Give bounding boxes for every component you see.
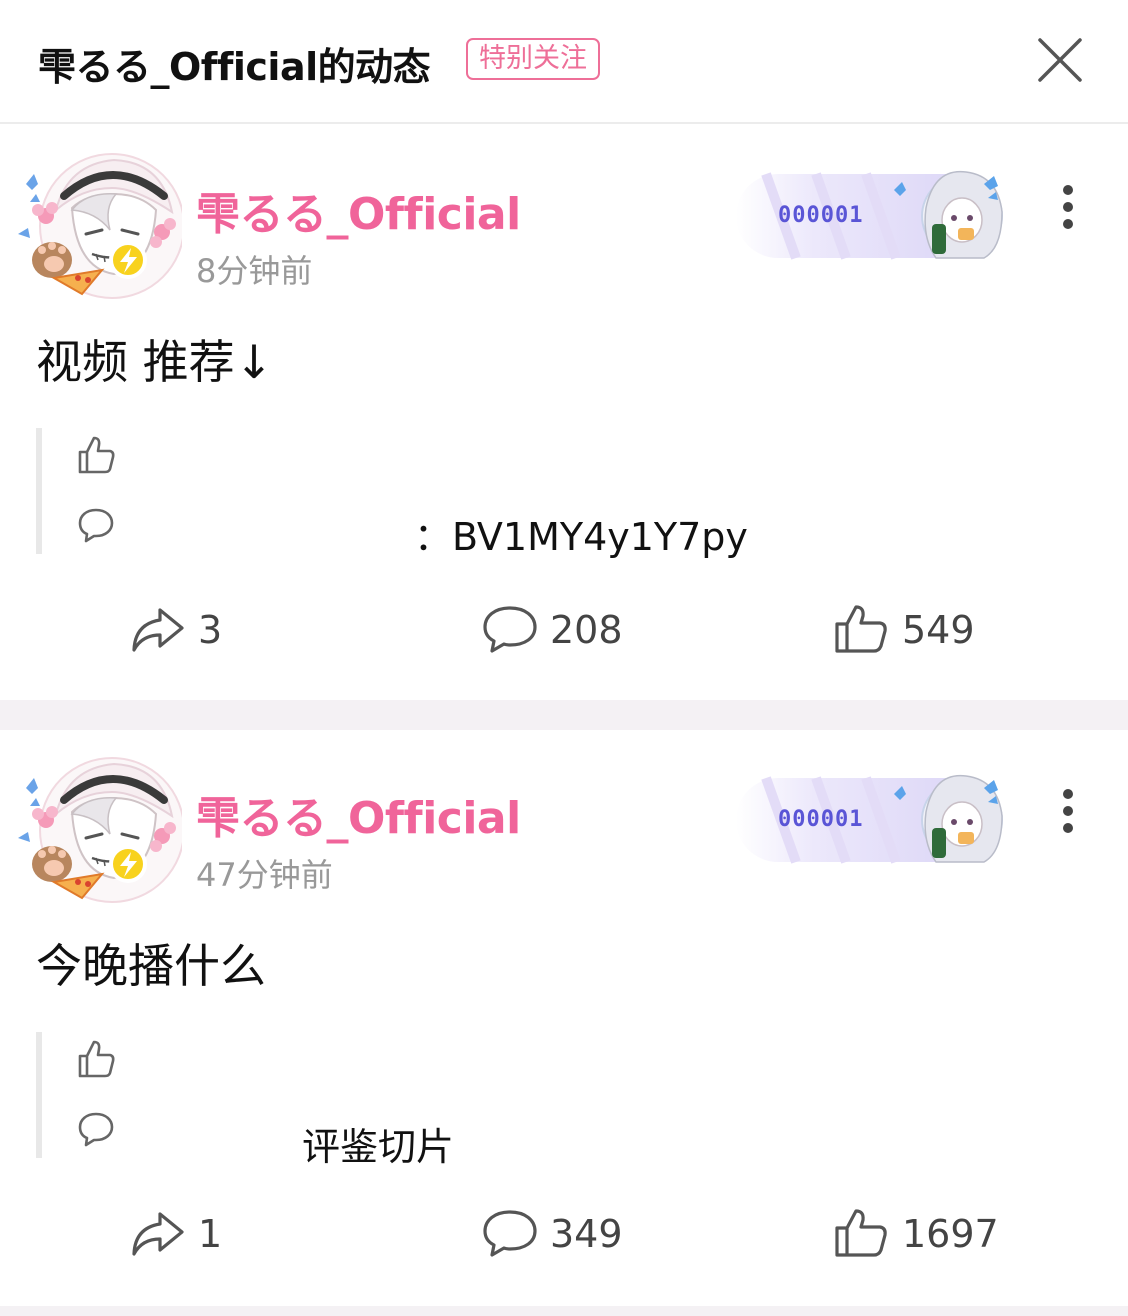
comment-button[interactable]: 208 — [482, 602, 682, 658]
post-timestamp: 8分钟前 — [196, 252, 313, 290]
share-count: 1 — [198, 1212, 223, 1256]
post-username[interactable]: 雫るる_Official — [196, 178, 521, 242]
share-button[interactable]: 1 — [130, 1206, 270, 1262]
comment-icon — [482, 1208, 538, 1258]
fan-badge-art-icon — [736, 772, 1008, 868]
share-button[interactable]: 3 — [130, 602, 270, 658]
like-button[interactable]: 1697 — [834, 1206, 1034, 1262]
quoted-content[interactable]: ：BV1MY4y1Y7py — [36, 428, 1096, 559]
post-text: 今晚播什么 — [36, 939, 266, 993]
share-count: 3 — [198, 608, 223, 652]
post-divider — [0, 1306, 1128, 1316]
fan-badge[interactable]: 000001 — [736, 772, 1008, 868]
like-count: 549 — [902, 608, 975, 652]
avatar[interactable] — [16, 150, 182, 302]
page-title: 雫るる_Official的动态 — [38, 45, 431, 89]
more-options-icon[interactable] — [1054, 184, 1082, 230]
share-icon — [130, 604, 186, 654]
fan-badge-number: 000001 — [778, 203, 864, 228]
post-username[interactable]: 雫るる_Official — [196, 782, 521, 846]
thumbs-up-icon — [76, 434, 118, 476]
post-timestamp: 47分钟前 — [196, 856, 333, 894]
thumbs-up-icon — [834, 1208, 890, 1258]
fan-badge-art-icon — [736, 168, 1008, 264]
comment-icon — [76, 506, 116, 544]
quoted-text: ：BV1MY4y1Y7py — [414, 515, 748, 559]
more-options-icon[interactable] — [1054, 788, 1082, 834]
thumbs-up-icon — [76, 1038, 118, 1080]
comment-count: 349 — [550, 1212, 623, 1256]
like-count: 1697 — [902, 1212, 999, 1256]
comment-count: 208 — [550, 608, 623, 652]
post-divider — [0, 700, 1128, 730]
special-follow-badge: 特别关注 — [466, 38, 600, 80]
share-icon — [130, 1208, 186, 1258]
quoted-content[interactable]: 评鉴切片 — [36, 1032, 1096, 1169]
quoted-text: 评鉴切片 — [302, 1125, 455, 1169]
top-header: 雫るる_Official的动态 特别关注 — [0, 0, 1128, 124]
comment-button[interactable]: 349 — [482, 1206, 682, 1262]
close-icon — [1038, 38, 1082, 82]
fan-badge-number: 000001 — [778, 807, 864, 832]
thumbs-up-icon — [834, 604, 890, 654]
comment-icon — [76, 1110, 116, 1148]
avatar[interactable] — [16, 754, 182, 906]
feed-post: 雫るる_Official 8分钟前 000001 视频 推荐↓ ：BV1MY4y… — [0, 126, 1128, 700]
like-button[interactable]: 549 — [834, 602, 1034, 658]
fan-badge[interactable]: 000001 — [736, 168, 1008, 264]
close-button[interactable] — [1032, 32, 1088, 88]
post-text: 视频 推荐↓ — [36, 335, 274, 389]
feed-post: 雫るる_Official 47分钟前 000001 今晚播什么 评鉴切片 1 3… — [0, 730, 1128, 1306]
comment-icon — [482, 604, 538, 654]
